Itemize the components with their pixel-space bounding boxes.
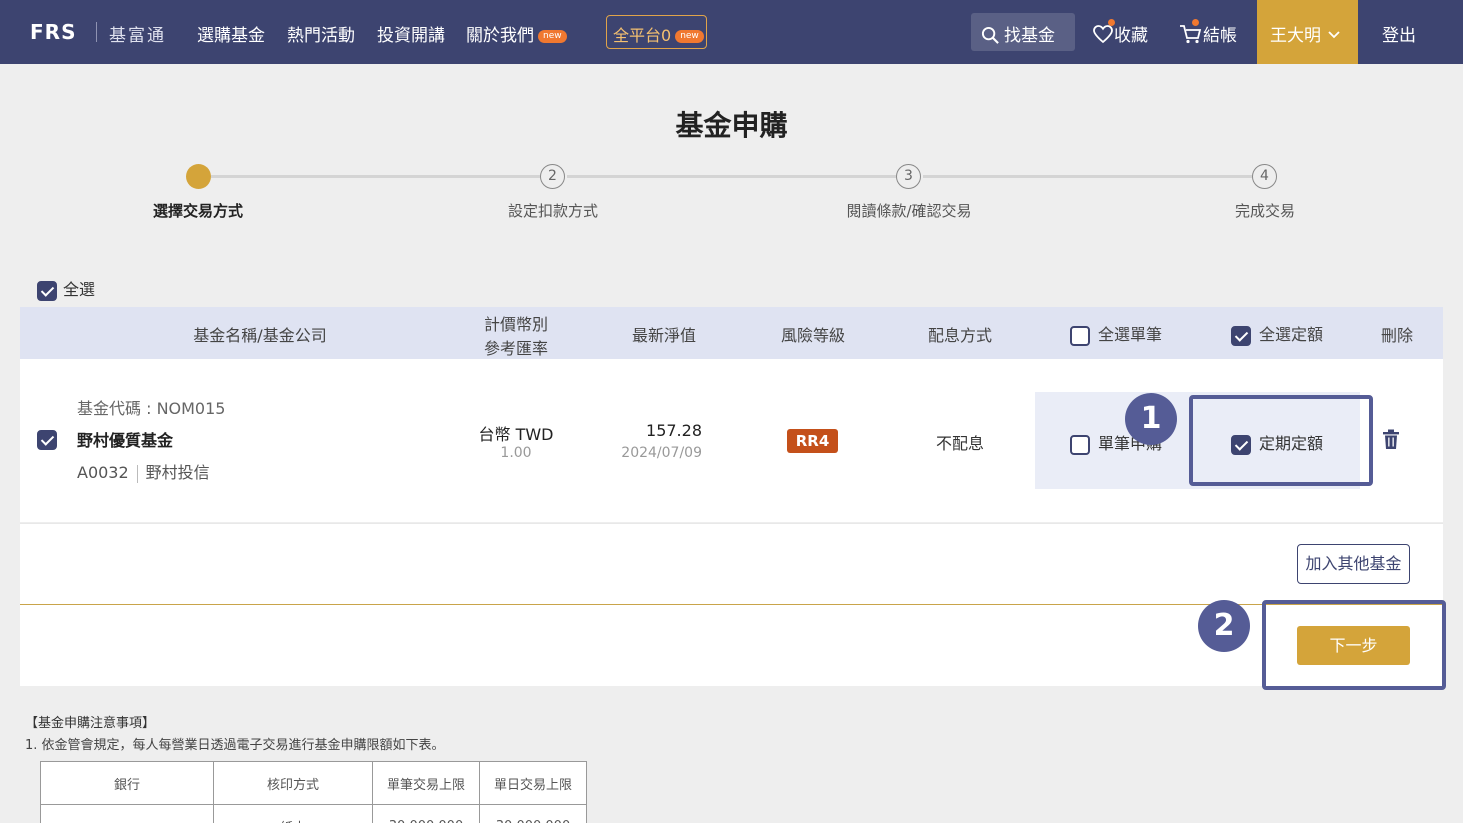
limit-header-method: 核印方式 xyxy=(213,761,373,805)
limit-cell-daily: 30,000,000 xyxy=(479,804,587,823)
header-risk: 風險等級 xyxy=(780,326,845,345)
top-nav: FRS 基富通 選購基金 熱門活動 投資開講 關於我們 new 全平台0 new 找… xyxy=(0,0,1463,64)
promo-link[interactable]: 全平台0 new xyxy=(606,15,707,49)
step-connector xyxy=(567,175,896,178)
step-3-indicator: 3 xyxy=(896,164,921,189)
fund-currency: 台幣 TWD xyxy=(478,425,554,444)
highlight-box-regular-investment xyxy=(1189,395,1373,486)
annotation-marker-1: 1 xyxy=(1125,393,1177,445)
nav-link-buy-funds[interactable]: 選購基金 xyxy=(197,21,265,46)
step-1-label: 選擇交易方式 xyxy=(152,202,243,220)
risk-badge: RR4 xyxy=(787,429,838,453)
nav-link-seminars[interactable]: 投資開講 xyxy=(377,21,445,46)
cart-dot xyxy=(1192,19,1199,26)
fund-company: 野村投信 xyxy=(145,463,210,482)
limit-header-single: 單筆交易上限 xyxy=(372,761,480,805)
fund-table-header: 基金名稱/基金公司 計價幣別 參考匯率 最新淨值 風險等級 配息方式 全選單筆 … xyxy=(20,307,1443,359)
header-delete: 刪除 xyxy=(1380,326,1413,345)
chevron-down-icon xyxy=(1328,31,1340,39)
logo[interactable]: FRS xyxy=(30,20,76,44)
select-all-single-checkbox[interactable] xyxy=(1070,325,1090,346)
promo-label: 全平台0 xyxy=(613,26,672,45)
new-badge: new xyxy=(538,29,567,43)
favorites-link[interactable]: 收藏 xyxy=(1092,21,1148,46)
add-other-fund-button[interactable]: 加入其他基金 xyxy=(1297,544,1410,584)
row-select-checkbox[interactable] xyxy=(37,430,57,450)
fund-name[interactable]: 野村優質基金 xyxy=(77,427,173,451)
limit-header-daily: 單日交易上限 xyxy=(479,761,587,805)
logo-text[interactable]: 基富通 xyxy=(109,21,166,46)
select-all-toggle[interactable]: 全選 xyxy=(37,276,95,301)
step-4-label: 完成交易 xyxy=(1234,202,1295,220)
logout-link[interactable]: 登出 xyxy=(1382,21,1416,46)
step-connector xyxy=(211,175,540,178)
user-menu-button[interactable]: 王大明 xyxy=(1257,0,1358,64)
promo-new-badge: new xyxy=(675,30,704,43)
limit-header-bank: 銀行 xyxy=(40,761,214,805)
fund-nav-date: 2024/07/09 xyxy=(621,445,702,461)
step-connector xyxy=(923,175,1252,178)
limit-cell-method: 紙本 xyxy=(213,804,373,823)
step-2-label: 設定扣款方式 xyxy=(507,202,598,220)
fund-exchange-rate: 1.00 xyxy=(500,445,532,461)
notes-title: 【基金申購注意事項】 xyxy=(25,716,156,731)
nav-link-events[interactable]: 熱門活動 xyxy=(287,21,355,46)
select-all-regular-toggle[interactable]: 全選定額 xyxy=(1231,321,1323,346)
header-currency: 計價幣別 xyxy=(483,315,548,334)
page-title: 基金申購 xyxy=(675,109,788,142)
highlight-box-next-step xyxy=(1262,600,1446,690)
select-all-regular-checkbox[interactable] xyxy=(1231,325,1251,346)
favorites-label: 收藏 xyxy=(1114,26,1148,46)
limit-table: 銀行 核印方式 單筆交易上限 單日交易上限 紙本 30,000,000 30,0… xyxy=(40,761,587,823)
search-fund-button[interactable]: 找基金 xyxy=(971,13,1075,51)
select-all-checkbox[interactable] xyxy=(37,280,57,301)
nav-link-about[interactable]: 關於我們 new xyxy=(466,21,567,46)
header-distribution: 配息方式 xyxy=(927,326,992,345)
fund-id: A0032 xyxy=(77,463,129,482)
nav-link-about-label: 關於我們 xyxy=(466,26,534,46)
header-fund-name: 基金名稱/基金公司 xyxy=(193,326,327,345)
logo-divider xyxy=(96,22,97,42)
fund-meta: A0032 野村投信 xyxy=(77,459,210,483)
favorites-dot xyxy=(1108,19,1115,26)
checkout-label: 結帳 xyxy=(1203,26,1237,46)
single-purchase-checkbox[interactable] xyxy=(1070,434,1090,455)
select-all-single-label: 全選單筆 xyxy=(1098,325,1163,344)
user-name: 王大明 xyxy=(1270,26,1321,46)
heart-icon xyxy=(1093,25,1113,44)
step-1-indicator xyxy=(186,164,211,189)
select-all-single-toggle[interactable]: 全選單筆 xyxy=(1070,321,1162,346)
meta-divider xyxy=(136,464,138,483)
search-icon xyxy=(981,26,999,44)
fund-nav: 157.28 xyxy=(646,421,702,440)
limit-cell-single: 30,000,000 xyxy=(372,804,480,823)
table-row: 紙本 30,000,000 30,000,000 xyxy=(40,804,587,823)
select-all-regular-label: 全選定額 xyxy=(1259,325,1324,344)
limit-cell-bank xyxy=(40,804,214,823)
header-exchange-rate: 參考匯率 xyxy=(483,339,548,358)
fund-distribution: 不配息 xyxy=(935,434,984,453)
select-all-label: 全選 xyxy=(63,280,96,299)
trash-icon[interactable] xyxy=(1382,429,1400,450)
annotation-marker-2: 2 xyxy=(1198,600,1250,652)
fund-code: 基金代碼 : NOM015 xyxy=(77,399,226,418)
notes-line-1: 1. 依金管會規定，每人每營業日透過電子交易進行基金申購限額如下表。 xyxy=(25,738,445,753)
checkout-link[interactable]: 結帳 xyxy=(1179,21,1237,46)
step-3-label: 閱讀條款/確認交易 xyxy=(846,202,972,220)
step-4-indicator: 4 xyxy=(1252,164,1277,189)
step-2-indicator: 2 xyxy=(540,164,565,189)
cart-icon xyxy=(1180,25,1202,44)
header-nav: 最新淨值 xyxy=(631,326,696,345)
add-fund-row: 加入其他基金 xyxy=(20,523,1443,605)
table-row: 銀行 核印方式 單筆交易上限 單日交易上限 xyxy=(40,761,587,805)
search-label: 找基金 xyxy=(1004,26,1055,46)
